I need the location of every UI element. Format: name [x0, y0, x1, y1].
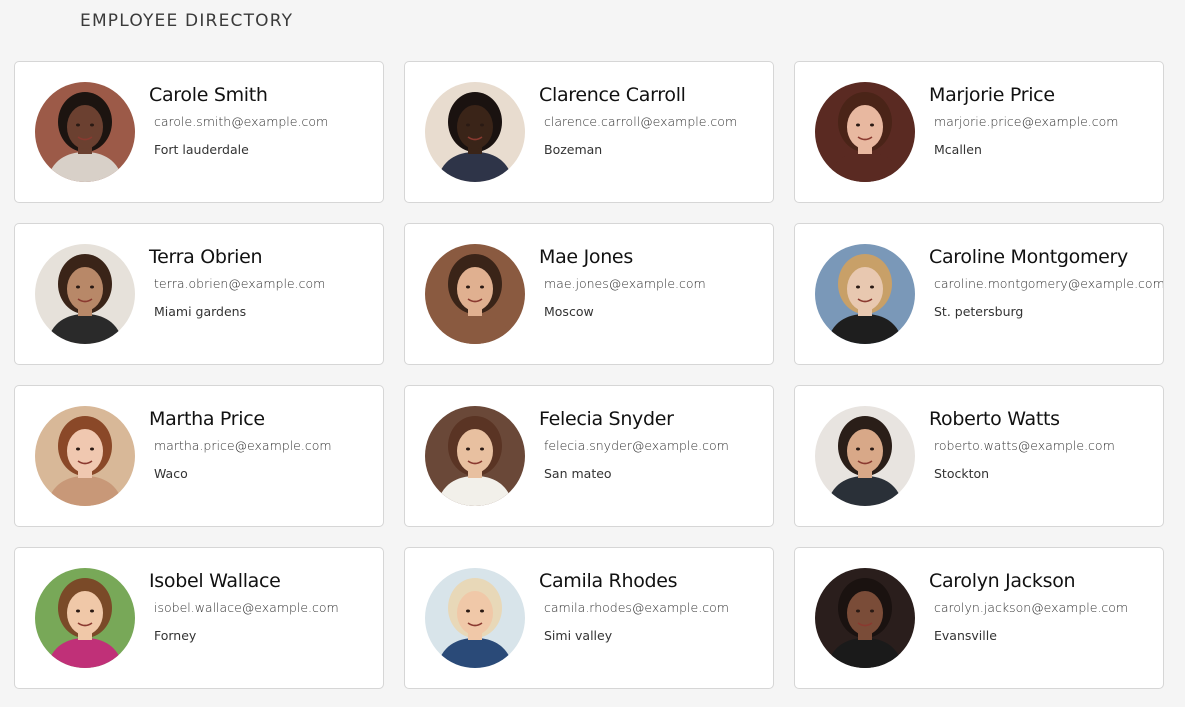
- employee-name: Clarence Carroll: [539, 84, 686, 106]
- employee-email: carolyn.jackson@example.com: [934, 600, 1129, 615]
- employee-email: marjorie.price@example.com: [934, 114, 1119, 129]
- employee-city: St. petersburg: [934, 304, 1024, 319]
- employee-email: caroline.montgomery@example.com: [934, 276, 1164, 291]
- avatar: [35, 568, 135, 668]
- employee-name: Terra Obrien: [149, 246, 263, 268]
- employee-card[interactable]: Terra Obrien terra.obrien@example.com Mi…: [14, 223, 384, 365]
- employee-city: Stockton: [934, 466, 990, 481]
- employee-email: felecia.snyder@example.com: [544, 438, 729, 453]
- employee-grid: Carole Smith carole.smith@example.com Fo…: [14, 61, 1164, 689]
- avatar: [815, 406, 915, 506]
- employee-card[interactable]: Felecia Snyder felecia.snyder@example.co…: [404, 385, 774, 527]
- employee-card[interactable]: Clarence Carroll clarence.carroll@exampl…: [404, 61, 774, 203]
- employee-email: isobel.wallace@example.com: [154, 600, 339, 615]
- avatar: [35, 82, 135, 182]
- employee-name: Marjorie Price: [929, 84, 1055, 106]
- employee-city: Fort lauderdale: [154, 142, 249, 157]
- employee-city: San mateo: [544, 466, 612, 481]
- employee-name: Carole Smith: [149, 84, 268, 106]
- employee-name: Carolyn Jackson: [929, 570, 1076, 592]
- avatar: [815, 244, 915, 344]
- employee-card[interactable]: Roberto Watts roberto.watts@example.com …: [794, 385, 1164, 527]
- employee-name: Felecia Snyder: [539, 408, 674, 430]
- avatar: [425, 82, 525, 182]
- employee-city: Mcallen: [934, 142, 982, 157]
- avatar: [425, 406, 525, 506]
- avatar: [425, 568, 525, 668]
- employee-email: carole.smith@example.com: [154, 114, 329, 129]
- avatar: [815, 568, 915, 668]
- employee-city: Moscow: [544, 304, 594, 319]
- employee-city: Simi valley: [544, 628, 613, 643]
- employee-city: Bozeman: [544, 142, 603, 157]
- employee-name: Mae Jones: [539, 246, 633, 268]
- employee-name: Camila Rhodes: [539, 570, 678, 592]
- page-title: EMPLOYEE DIRECTORY: [80, 11, 294, 31]
- employee-email: mae.jones@example.com: [544, 276, 706, 291]
- employee-email: martha.price@example.com: [154, 438, 332, 453]
- employee-card[interactable]: Marjorie Price marjorie.price@example.co…: [794, 61, 1164, 203]
- employee-email: roberto.watts@example.com: [934, 438, 1115, 453]
- employee-card[interactable]: Caroline Montgomery caroline.montgomery@…: [794, 223, 1164, 365]
- employee-name: Isobel Wallace: [149, 570, 281, 592]
- employee-email: terra.obrien@example.com: [154, 276, 326, 291]
- employee-city: Miami gardens: [154, 304, 247, 319]
- avatar: [35, 406, 135, 506]
- employee-name: Roberto Watts: [929, 408, 1060, 430]
- employee-card[interactable]: Mae Jones mae.jones@example.com Moscow: [404, 223, 774, 365]
- employee-city: Waco: [154, 466, 188, 481]
- avatar: [815, 82, 915, 182]
- employee-card[interactable]: Isobel Wallace isobel.wallace@example.co…: [14, 547, 384, 689]
- employee-name: Martha Price: [149, 408, 265, 430]
- avatar: [425, 244, 525, 344]
- employee-city: Evansville: [934, 628, 997, 643]
- employee-email: camila.rhodes@example.com: [544, 600, 729, 615]
- employee-name: Caroline Montgomery: [929, 246, 1129, 268]
- avatar: [35, 244, 135, 344]
- employee-card[interactable]: Carole Smith carole.smith@example.com Fo…: [14, 61, 384, 203]
- employee-card[interactable]: Martha Price martha.price@example.com Wa…: [14, 385, 384, 527]
- employee-card[interactable]: Camila Rhodes camila.rhodes@example.com …: [404, 547, 774, 689]
- employee-email: clarence.carroll@example.com: [544, 114, 738, 129]
- employee-city: Forney: [154, 628, 197, 643]
- employee-card[interactable]: Carolyn Jackson carolyn.jackson@example.…: [794, 547, 1164, 689]
